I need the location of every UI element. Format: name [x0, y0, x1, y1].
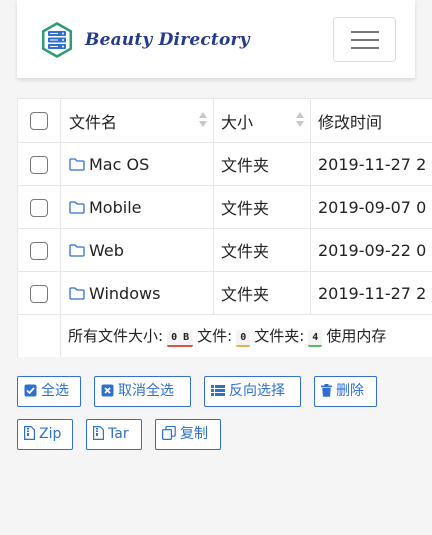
hamburger-icon-bar: [351, 39, 379, 41]
column-header-modified-label: 修改时间: [318, 112, 383, 132]
invert-selection-label: 反向选择: [229, 383, 285, 399]
delete-label: 删除: [336, 383, 364, 399]
file-table: 文件名 大小 修改时间 Mac OS 文件夹 2019-11-27 2 Mobi…: [17, 98, 432, 357]
folders-label: 文件夹:: [254, 327, 305, 345]
file-modified-cell: 2019-09-07 0: [310, 185, 432, 229]
file-modified-cell: 2019-11-27 2: [310, 142, 432, 186]
file-size-cell: 文件夹: [213, 271, 311, 315]
check-square-icon: [24, 384, 37, 397]
footer-summary: 所有文件大小: 0 B 文件: 0 文件夹: 4 使用内存: [60, 314, 432, 357]
select-all-checkbox-cell: [17, 98, 61, 143]
file-name-link[interactable]: Web: [89, 241, 124, 260]
file-name-cell: Web: [60, 228, 214, 272]
file-size-cell: 文件夹: [213, 228, 311, 272]
select-all-button[interactable]: 全选: [17, 376, 81, 407]
row-checkbox-cell: [17, 185, 61, 229]
total-size-badge: 0 B: [167, 330, 194, 347]
delete-button[interactable]: 删除: [314, 376, 377, 407]
table-row[interactable]: Web 文件夹 2019-09-22 0: [17, 228, 432, 272]
footer-empty-cell: [17, 314, 61, 357]
file-modified-cell: 2019-11-27 2: [310, 271, 432, 315]
file-name-cell: Windows: [60, 271, 214, 315]
list-icon: [211, 385, 225, 396]
copy-button[interactable]: 复制: [155, 419, 221, 450]
file-archive-icon: [24, 426, 35, 440]
copy-icon: [162, 426, 176, 440]
file-size-cell: 文件夹: [213, 185, 311, 229]
deselect-all-label: 取消全选: [118, 383, 174, 399]
column-header-name[interactable]: 文件名: [60, 98, 214, 143]
file-name-link[interactable]: Windows: [89, 284, 160, 303]
invert-selection-button[interactable]: 反向选择: [204, 376, 301, 407]
file-size-cell: 文件夹: [213, 142, 311, 186]
folder-icon: [69, 157, 85, 171]
row-checkbox-cell: [17, 142, 61, 186]
x-square-icon: [101, 384, 114, 397]
file-name-link[interactable]: Mac OS: [89, 155, 149, 174]
hamburger-menu-button[interactable]: [333, 17, 396, 62]
trash-icon: [321, 384, 332, 397]
hamburger-icon-bar: [351, 47, 379, 49]
total-size-label: 所有文件大小:: [68, 327, 164, 345]
navbar: Beauty Directory: [17, 0, 415, 78]
folder-icon: [69, 286, 85, 300]
sort-icon: [199, 112, 207, 129]
table-header-row: 文件名 大小 修改时间: [17, 98, 432, 143]
table-row[interactable]: Mobile 文件夹 2019-09-07 0: [17, 185, 432, 229]
copy-label: 复制: [180, 426, 208, 442]
file-archive-icon: [93, 426, 104, 440]
select-all-label: 全选: [41, 383, 69, 399]
row-checkbox-cell: [17, 271, 61, 315]
folder-icon: [69, 200, 85, 214]
zip-label: Zip: [39, 426, 62, 442]
deselect-all-button[interactable]: 取消全选: [94, 376, 191, 407]
row-checkbox[interactable]: [30, 198, 48, 217]
column-header-size[interactable]: 大小: [213, 98, 311, 143]
select-all-checkbox[interactable]: [30, 112, 48, 131]
row-checkbox[interactable]: [30, 284, 48, 303]
tar-button[interactable]: Tar: [86, 419, 142, 450]
table-footer-row: 所有文件大小: 0 B 文件: 0 文件夹: 4 使用内存: [17, 314, 432, 357]
row-checkbox-cell: [17, 228, 61, 272]
files-label: 文件:: [197, 327, 233, 345]
file-modified-cell: 2019-09-22 0: [310, 228, 432, 272]
brand-name[interactable]: Beauty Directory: [85, 30, 250, 50]
row-checkbox[interactable]: [30, 155, 48, 174]
table-row[interactable]: Mac OS 文件夹 2019-11-27 2: [17, 142, 432, 186]
server-logo-icon[interactable]: [37, 20, 77, 60]
file-name-cell: Mobile: [60, 185, 214, 229]
column-header-size-label: 大小: [221, 112, 254, 132]
hamburger-icon: [351, 31, 379, 33]
file-name-link[interactable]: Mobile: [89, 198, 141, 217]
memory-label: 使用内存: [326, 327, 387, 345]
column-header-name-label: 文件名: [69, 112, 118, 132]
zip-button[interactable]: Zip: [17, 419, 73, 450]
file-table-container: 文件名 大小 修改时间 Mac OS 文件夹 2019-11-27 2 Mobi…: [17, 98, 432, 357]
table-row[interactable]: Windows 文件夹 2019-11-27 2: [17, 271, 432, 315]
files-count-badge: 0: [236, 330, 251, 347]
column-header-modified[interactable]: 修改时间: [310, 98, 432, 143]
file-name-cell: Mac OS: [60, 142, 214, 186]
sort-icon: [296, 112, 304, 129]
tar-label: Tar: [108, 426, 129, 442]
folders-count-badge: 4: [308, 330, 323, 347]
folder-icon: [69, 243, 85, 257]
row-checkbox[interactable]: [30, 241, 48, 260]
